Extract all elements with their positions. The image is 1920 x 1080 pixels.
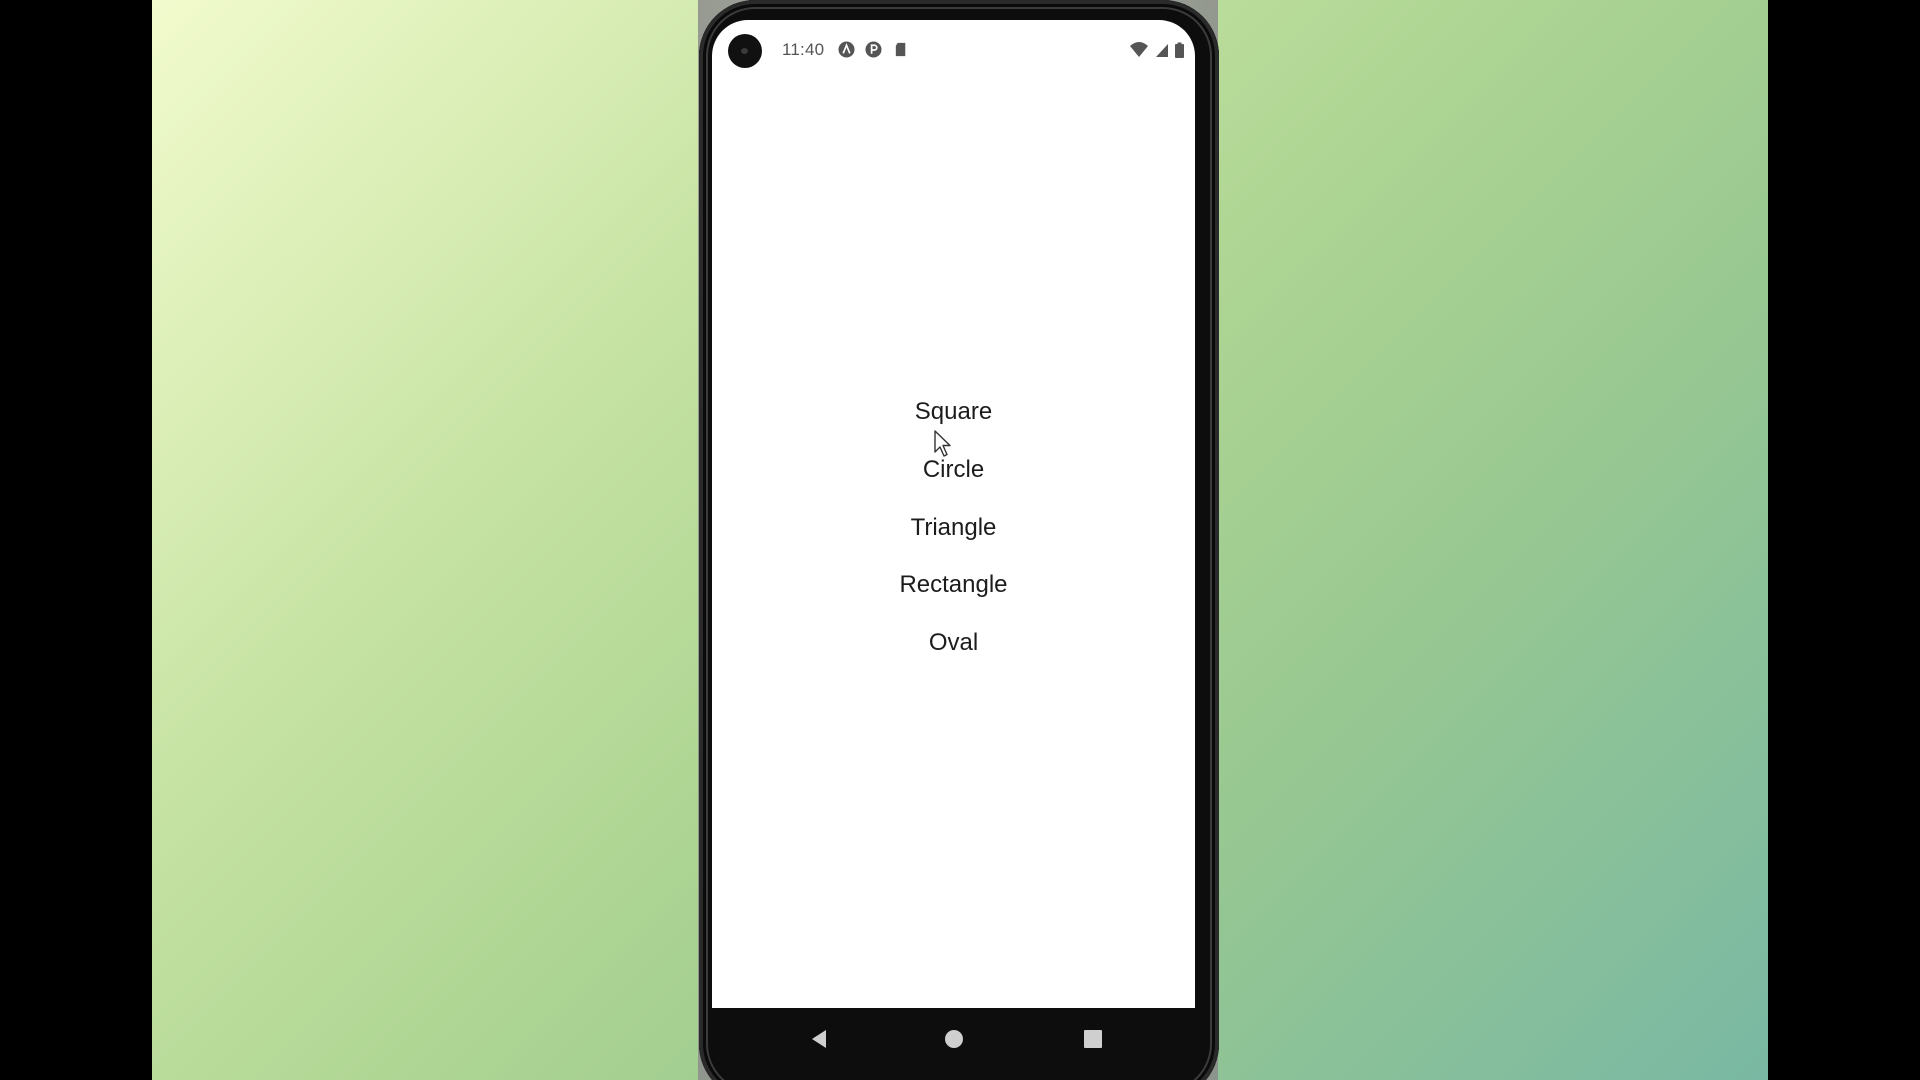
shape-item-rectangle[interactable]: Rectangle xyxy=(712,568,1195,602)
mouse-cursor-icon xyxy=(934,430,951,457)
shape-item-square[interactable]: Square xyxy=(712,395,1195,429)
shape-item-circle[interactable]: Circle xyxy=(712,453,1195,487)
recents-icon[interactable] xyxy=(1078,1024,1108,1054)
phone-frame: 11:40 Square Circle Triangle Rectangle O… xyxy=(699,0,1219,1080)
home-icon[interactable] xyxy=(939,1024,969,1054)
shape-item-triangle[interactable]: Triangle xyxy=(712,511,1195,545)
shape-list: Square Circle Triangle Rectangle Oval xyxy=(712,20,1195,1008)
navigation-bar xyxy=(712,1008,1195,1070)
shape-item-oval[interactable]: Oval xyxy=(712,626,1195,660)
desktop-background: 11:40 Square Circle Triangle Rectangle O… xyxy=(152,0,1768,1080)
phone-screen: 11:40 Square Circle Triangle Rectangle O… xyxy=(712,20,1195,1008)
back-icon[interactable] xyxy=(805,1024,835,1054)
